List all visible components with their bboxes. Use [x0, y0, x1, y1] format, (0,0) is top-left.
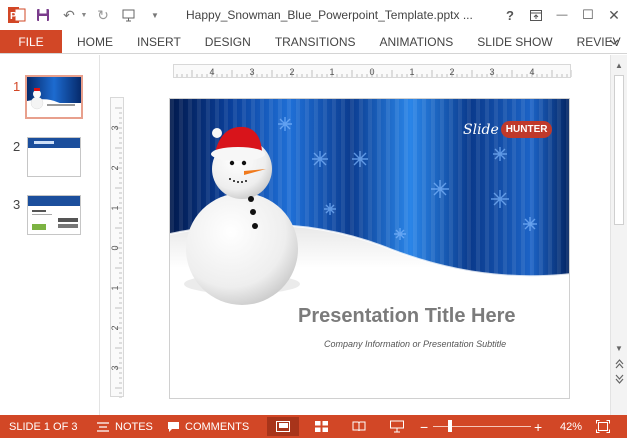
undo-icon[interactable]: ↶ [58, 4, 80, 26]
slide-thumbnail-image[interactable] [27, 137, 81, 177]
customize-qat-icon[interactable]: ▼ [144, 4, 166, 26]
notes-label: NOTES [115, 420, 153, 433]
help-button[interactable]: ? [497, 0, 523, 30]
current-slide[interactable]: Slide HUNTER Presentation Title Here Com… [169, 98, 570, 399]
ruler-label: 0 [111, 245, 120, 250]
title-bar: P ↶ ▼ ↻ ▼ Happy_Snowman_Blue_Powerpoint_… [0, 0, 627, 30]
previous-slide-button[interactable] [613, 358, 625, 370]
slide-title-placeholder[interactable]: Presentation Title Here [298, 305, 558, 328]
notes-button[interactable]: NOTES [96, 415, 153, 438]
powerpoint-logo-icon[interactable]: P [6, 4, 28, 26]
slide-thumbnail-image[interactable] [27, 195, 81, 235]
window-controls: ? — ☐ ✕ [497, 0, 627, 30]
zoom-level[interactable]: 42% [560, 415, 582, 438]
slide-thumbnail-image[interactable] [25, 75, 83, 119]
notes-icon [96, 421, 110, 432]
slide-subtitle-placeholder[interactable]: Company Information or Presentation Subt… [324, 339, 506, 349]
slidehunter-logo: Slide HUNTER [463, 121, 553, 138]
logo-text-hunter: HUNTER [500, 121, 553, 138]
slide-show-icon[interactable] [381, 417, 413, 436]
slide-number: 3 [13, 197, 21, 212]
ruler-label: 2 [111, 325, 120, 330]
ruler-label: 3 [111, 365, 120, 370]
save-icon[interactable] [32, 4, 54, 26]
redo-icon[interactable]: ↻ [92, 4, 114, 26]
scroll-down-button[interactable]: ▼ [613, 342, 625, 354]
slide-thumbnail-2[interactable]: 2 [0, 137, 100, 181]
ruler-label: 2 [449, 67, 454, 77]
ruler-label: 0 [369, 67, 374, 77]
window-title: Happy_Snowman_Blue_Powerpoint_Template.p… [186, 8, 473, 22]
ruler-label: 1 [111, 205, 120, 210]
ruler-label: 1 [111, 285, 120, 290]
slide-thumbnail-1[interactable]: 1 [0, 75, 100, 121]
vertical-ruler: 3 2 1 0 1 2 3 [110, 97, 124, 398]
horizontal-ruler: 4 3 2 1 0 1 2 3 4 [173, 64, 572, 78]
status-bar: SLIDE 1 OF 3 NOTES COMMENTS − + 42% [0, 415, 627, 438]
ribbon-tabs: FILE HOME INSERT DESIGN TRANSITIONS ANIM… [0, 30, 627, 54]
ruler-label: 1 [329, 67, 334, 77]
slide-background [170, 99, 569, 398]
vertical-scrollbar[interactable]: ▲ ▼ [610, 55, 627, 415]
tab-file[interactable]: FILE [0, 30, 62, 53]
slide-number: 1 [13, 79, 21, 94]
logo-text-slide: Slide [463, 121, 499, 138]
comments-icon [167, 421, 180, 433]
tab-home[interactable]: HOME [62, 30, 125, 53]
ruler-label: 4 [209, 67, 214, 77]
ruler-label: 2 [111, 165, 120, 170]
ruler-label: 1 [409, 67, 414, 77]
reading-view-icon[interactable] [343, 417, 375, 436]
expand-ribbon-icon[interactable] [605, 34, 623, 50]
scroll-up-button[interactable]: ▲ [613, 59, 625, 71]
slide-sorter-icon[interactable] [305, 417, 337, 436]
normal-view-icon[interactable] [267, 417, 299, 436]
tab-animations[interactable]: ANIMATIONS [367, 30, 465, 53]
zoom-slider-thumb[interactable] [448, 420, 453, 432]
tab-slide-show[interactable]: SLIDE SHOW [465, 30, 564, 53]
tab-insert[interactable]: INSERT [125, 30, 193, 53]
slide-thumbnails-pane: 1 2 3 [0, 55, 100, 415]
ribbon-display-options-button[interactable] [523, 0, 549, 30]
comments-label: COMMENTS [185, 420, 250, 433]
fit-to-window-icon[interactable] [596, 415, 610, 438]
zoom-out-button[interactable]: − [420, 415, 428, 438]
ruler-label: 3 [111, 125, 120, 130]
ruler-label: 3 [489, 67, 494, 77]
start-from-beginning-icon[interactable] [118, 4, 140, 26]
close-button[interactable]: ✕ [601, 0, 627, 30]
maximize-button[interactable]: ☐ [575, 0, 601, 30]
slide-counter: SLIDE 1 OF 3 [9, 420, 78, 433]
minimize-button[interactable]: — [549, 0, 575, 30]
ruler-label: 3 [249, 67, 254, 77]
ruler-label: 4 [529, 67, 534, 77]
zoom-in-button[interactable]: + [534, 415, 542, 438]
tab-design[interactable]: DESIGN [193, 30, 263, 53]
powerpoint-window: P ↶ ▼ ↻ ▼ Happy_Snowman_Blue_Powerpoint_… [0, 0, 627, 438]
comments-button[interactable]: COMMENTS [167, 415, 249, 438]
slide-number: 2 [13, 139, 21, 154]
undo-dropdown-icon[interactable]: ▼ [80, 4, 88, 26]
svg-text:P: P [10, 11, 17, 22]
ruler-label: 2 [289, 67, 294, 77]
slide-thumbnail-3[interactable]: 3 [0, 195, 100, 239]
next-slide-button[interactable] [613, 373, 625, 385]
scrollbar-thumb[interactable] [614, 75, 624, 225]
tab-transitions[interactable]: TRANSITIONS [263, 30, 368, 53]
quick-access-toolbar: P ↶ ▼ ↻ ▼ [0, 0, 166, 30]
